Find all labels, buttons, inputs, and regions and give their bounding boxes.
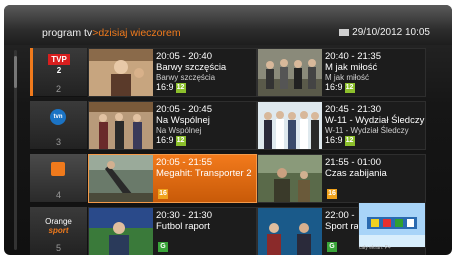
mail-icon [339,28,350,36]
channel-number: 2 [55,84,61,94]
channel-number: 4 [55,190,61,200]
program-subtitle: Na Wspólnej [156,126,202,135]
top-bar: program tv>dzisiaj wieczorem 29/10/2012 … [4,5,452,45]
datetime-text: 29/10/2012 10:05 [352,27,430,38]
program-time: 20:40 - 21:35 [325,51,381,62]
program-thumbnail [89,49,153,96]
channel-item-tvn[interactable]: tvn 3 [30,101,87,150]
selection-indicator [30,48,33,96]
age-rating-badge: 12 [344,83,355,93]
aspect-ratio: 16:9 [156,82,174,93]
breadcrumb-current: dzisiaj wieczorem [98,27,181,39]
program-thumbnail [89,102,153,149]
datetime-display: 29/10/2012 10:05 [339,27,430,38]
age-rating-badge: G [158,242,168,252]
program-thumbnail [89,208,153,255]
program-cell-selected[interactable]: 20:05 - 21:55 Megahit: Transporter 2 16 [88,154,257,203]
program-thumbnail [258,155,322,202]
age-rating-badge: G [327,242,337,252]
channel-item-orange-sport[interactable]: Orange sport 5 [30,207,87,255]
tvn-logo: tvn [50,109,66,125]
preview-caption: cały ekran: P+ [359,245,391,251]
program-time: 20:45 - 21:30 [325,104,381,115]
program-subtitle: Barwy szczęścia [156,73,216,82]
scrollbar[interactable] [14,50,17,250]
program-cell[interactable]: 20:40 - 21:35 M jak miłość M jak miłość 16… [257,48,426,97]
live-preview-window[interactable] [358,202,426,248]
breadcrumb-section[interactable]: program tv [42,27,92,39]
scrollbar-thumb[interactable] [14,56,17,88]
channel-item-polsat[interactable]: 4 [30,154,87,203]
aspect-ratio: 16:9 [156,135,174,146]
orange-sport-logo: Orange sport [30,217,87,235]
program-title: Na Wspólnej [156,115,210,126]
program-thumbnail [258,49,322,96]
polsat-logo [51,162,65,176]
program-thumbnail [258,102,322,149]
tv-guide-screen: program tv>dzisiaj wieczorem 29/10/2012 … [4,5,452,255]
channel-number: 5 [55,243,61,253]
program-cell[interactable]: 20:45 - 21:30 W-11 - Wydział Śledczy W-11 … [257,101,426,150]
aspect-ratio: 16:9 [325,135,343,146]
program-subtitle: M jak miłość [325,73,370,82]
program-time: 20:05 - 20:45 [156,104,212,115]
tvp2-logo: TVP 2 [48,54,70,75]
program-title: Futbol raport [156,221,210,232]
program-thumbnail [89,155,153,202]
age-rating-badge: 12 [344,136,355,146]
sport-logo-text: sport [48,226,69,235]
age-rating-badge: 12 [175,136,186,146]
age-rating-badge: 12 [175,83,186,93]
program-time: 21:55 - 01:00 [325,157,381,168]
program-time: 20:05 - 21:55 [156,157,212,168]
orange-logo-text: Orange [45,217,72,226]
program-subtitle: W-11 - Wydział Śledczy [325,126,409,135]
program-time: 20:30 - 21:30 [156,210,212,221]
program-title: M jak miłość [325,62,378,73]
program-time: 20:05 - 20:40 [156,51,212,62]
program-cell[interactable]: 20:30 - 21:30 Futbol raport G [88,207,257,255]
channel-item-tvp2[interactable]: TVP 2 2 [30,48,87,97]
age-rating-badge: 16 [158,189,168,199]
program-thumbnail [258,208,322,255]
program-cell[interactable]: 21:55 - 01:00 Czas zabijania 16 [257,154,426,203]
age-rating-badge: 16 [327,189,337,199]
program-title: W-11 - Wydział Śledczy [325,115,425,126]
program-title: Barwy szczęścia [156,62,227,73]
program-title: Megahit: Transporter 2 [156,168,252,179]
program-cell[interactable]: 20:05 - 20:45 Na Wspólnej Na Wspólnej 16:9… [88,101,257,150]
program-cell[interactable]: 20:05 - 20:40 Barwy szczęścia Barwy szczęś… [88,48,257,97]
channel-number: 3 [55,137,61,147]
aspect-ratio: 16:9 [325,82,343,93]
breadcrumb: program tv>dzisiaj wieczorem [42,27,181,39]
program-title: Czas zabijania [325,168,387,179]
